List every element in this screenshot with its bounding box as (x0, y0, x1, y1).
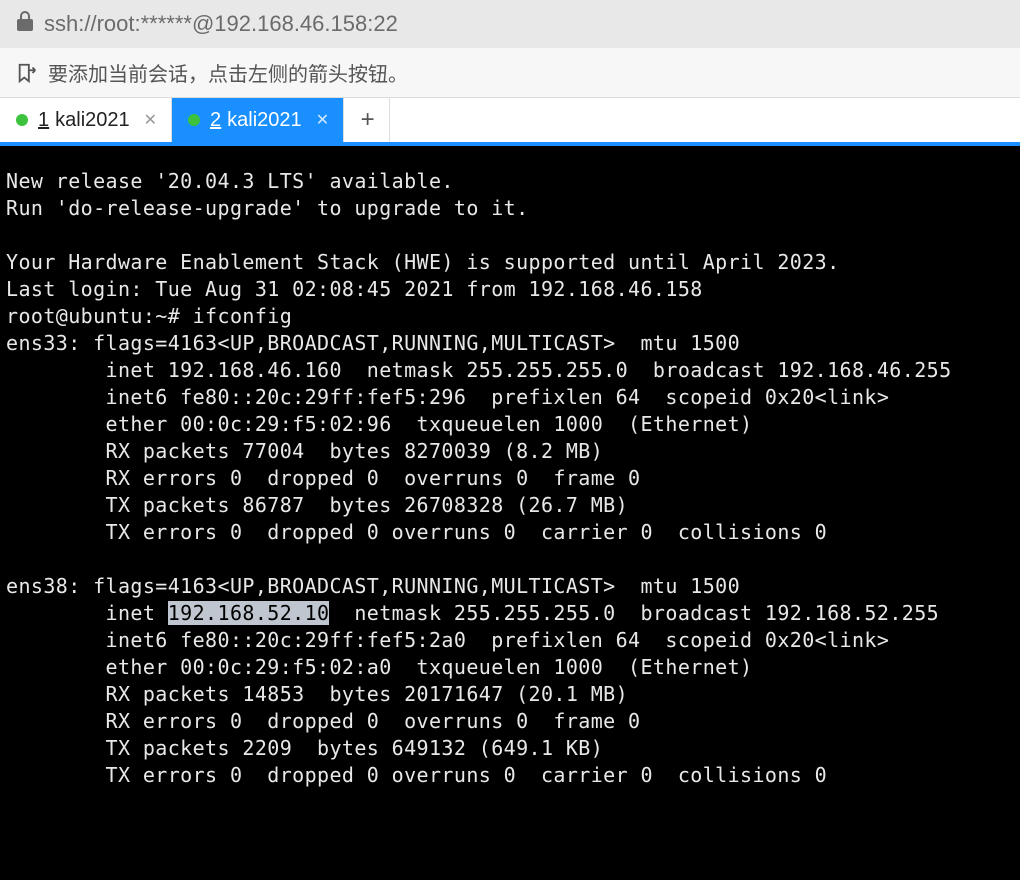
tab-kali2021-2[interactable]: 2 kali2021 ✕ (172, 98, 344, 142)
address-bar[interactable]: ssh://root:******@192.168.46.158:22 (0, 0, 1020, 48)
term-line: inet6 fe80::20c:29ff:fef5:296 prefixlen … (6, 385, 889, 409)
status-dot-icon (188, 114, 200, 126)
address-text: ssh://root:******@192.168.46.158:22 (44, 11, 398, 37)
lock-icon (16, 11, 34, 37)
term-line: RX errors 0 dropped 0 overruns 0 frame 0 (6, 466, 641, 490)
term-line: RX packets 14853 bytes 20171647 (20.1 MB… (6, 682, 628, 706)
term-line: Last login: Tue Aug 31 02:08:45 2021 fro… (6, 277, 703, 301)
bookmark-arrow-icon (16, 62, 38, 84)
tab-index: 2 (210, 109, 221, 132)
info-bar: 要添加当前会话，点击左侧的箭头按钮。 (0, 48, 1020, 98)
term-line: TX errors 0 dropped 0 overruns 0 carrier… (6, 520, 827, 544)
tab-index: 1 (38, 109, 49, 132)
term-line: New release '20.04.3 LTS' available. (6, 169, 454, 193)
term-line: TX errors 0 dropped 0 overruns 0 carrier… (6, 763, 827, 787)
term-line: ether 00:0c:29:f5:02:a0 txqueuelen 1000 … (6, 655, 752, 679)
term-line: Run 'do-release-upgrade' to upgrade to i… (6, 196, 529, 220)
term-line: root@ubuntu:~# ifconfig (6, 304, 292, 328)
new-tab-button[interactable]: + (344, 98, 390, 142)
term-line: ens38: flags=4163<UP,BROADCAST,RUNNING,M… (6, 574, 740, 598)
term-line: Your Hardware Enablement Stack (HWE) is … (6, 250, 840, 274)
status-dot-icon (16, 114, 28, 126)
term-line: inet 192.168.46.160 netmask 255.255.255.… (6, 358, 952, 382)
tab-label: kali2021 (227, 109, 302, 132)
close-icon[interactable]: ✕ (144, 110, 157, 130)
info-message: 要添加当前会话，点击左侧的箭头按钮。 (48, 58, 408, 87)
term-line: inet 192.168.52.10 netmask 255.255.255.0… (6, 601, 939, 625)
term-line: ens33: flags=4163<UP,BROADCAST,RUNNING,M… (6, 331, 740, 355)
term-line: inet6 fe80::20c:29ff:fef5:2a0 prefixlen … (6, 628, 889, 652)
term-line: ether 00:0c:29:f5:02:96 txqueuelen 1000 … (6, 412, 752, 436)
tab-label: kali2021 (55, 109, 130, 132)
term-line: RX errors 0 dropped 0 overruns 0 frame 0 (6, 709, 641, 733)
term-line: TX packets 86787 bytes 26708328 (26.7 MB… (6, 493, 628, 517)
term-line: RX packets 77004 bytes 8270039 (8.2 MB) (6, 439, 603, 463)
tab-strip: 1 kali2021 ✕ 2 kali2021 ✕ + (0, 98, 1020, 146)
selected-ip: 192.168.52.10 (168, 601, 330, 625)
tab-kali2021-1[interactable]: 1 kali2021 ✕ (0, 98, 172, 142)
close-icon[interactable]: ✕ (316, 110, 329, 130)
term-line: TX packets 2209 bytes 649132 (649.1 KB) (6, 736, 603, 760)
plus-icon: + (361, 106, 375, 134)
terminal[interactable]: New release '20.04.3 LTS' available. Run… (0, 146, 1020, 880)
